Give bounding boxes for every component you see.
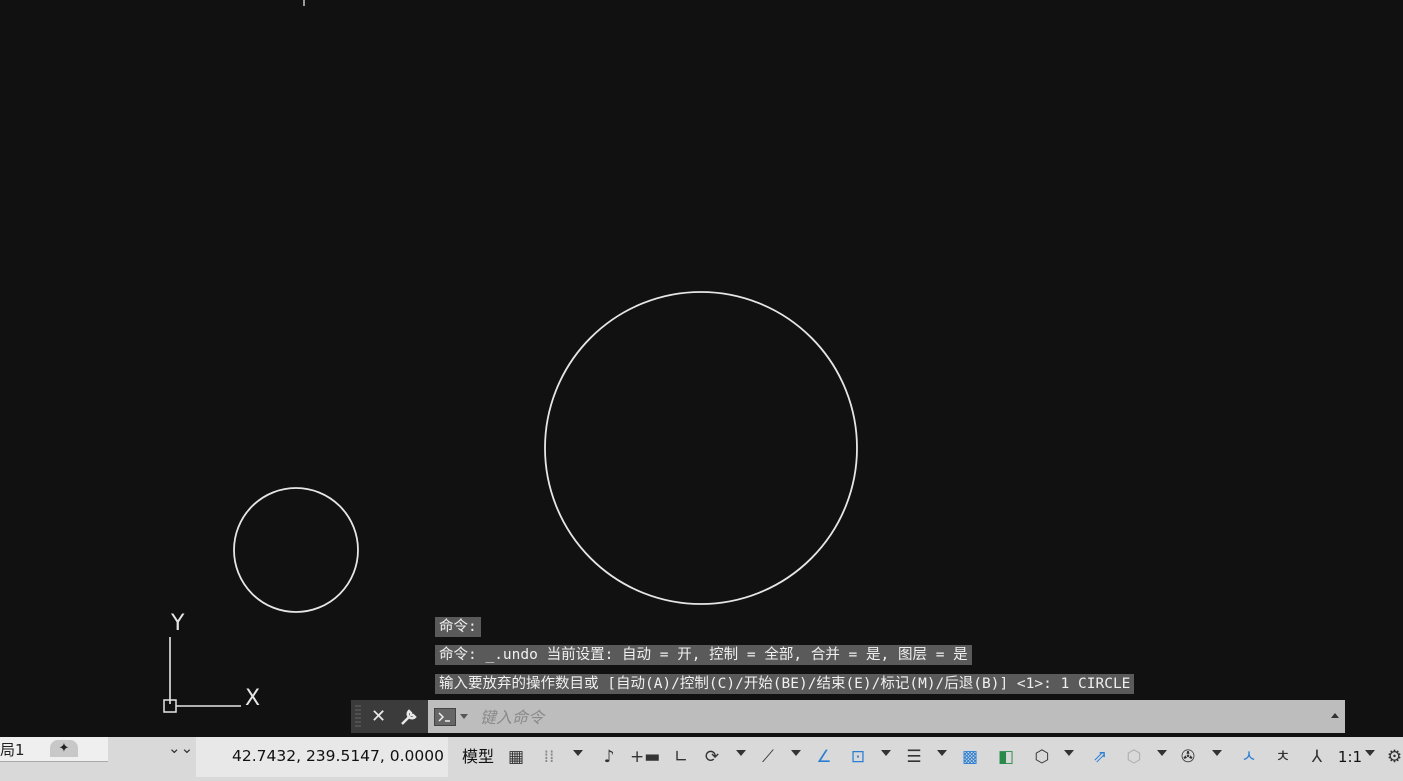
layout-tab-label: 局1 [0,741,25,759]
chevron-down-icon[interactable] [1157,750,1167,756]
annotation-visibility-icon[interactable]: ㅅ [1236,741,1262,773]
drag-grip-icon[interactable] [355,705,361,728]
layout-tab[interactable]: 局1 ✦ [0,737,108,762]
command-history-line-3: 输入要放弃的操作数目或 [自动(A)/控制(C)/开始(BE)/结束(E)/标记… [435,674,1135,694]
history-expand-icon[interactable] [1331,713,1339,718]
lineweight-icon[interactable]: ☰ [902,741,926,773]
double-chevron-icon[interactable]: ⌄⌄ [168,739,193,757]
ortho-icon[interactable]: ∟ [670,741,692,773]
circle-large[interactable] [544,291,858,605]
dynamic-ucs-icon[interactable]: ⇗ [1088,741,1112,773]
chevron-down-icon[interactable] [736,750,746,756]
command-prompt-icon[interactable] [434,708,456,726]
dynamic-input-icon[interactable]: +▬ [630,741,660,773]
3d-object-snap-icon[interactable]: ⬡ [1030,741,1054,773]
object-snap-icon[interactable]: ⊡ [846,741,870,773]
model-space-button[interactable]: 模型 [458,741,498,773]
close-icon[interactable]: ✕ [371,700,386,733]
wrench-icon[interactable] [399,700,419,733]
selection-cycling-icon[interactable]: ◧ [994,741,1018,773]
command-input[interactable] [478,704,1302,730]
command-input-area [428,700,1345,733]
snap-mode-icon[interactable]: ⁞⁞ [538,741,560,773]
command-line-bar: ✕ [351,700,1345,733]
chevron-down-icon[interactable] [937,750,947,756]
isometric-drafting-icon[interactable]: ⟋ [755,741,781,773]
ucs-icon: Y X [163,611,260,713]
chevron-down-icon[interactable] [573,750,583,756]
coordinate-readout: 42.7432, 239.5147, 0.0000 [196,737,448,777]
object-snap-tracking-icon[interactable]: ∠ [812,741,836,773]
annotation-scale-value[interactable]: 1:1 [1336,741,1364,773]
chevron-down-icon[interactable] [1365,750,1375,756]
add-layout-icon[interactable]: ✦ [50,740,78,757]
polar-tracking-icon[interactable]: ⟳ [700,741,724,773]
ucs-x-label: X [245,686,260,711]
chevron-down-icon[interactable] [460,714,468,719]
gizmo-icon[interactable]: ✇ [1176,741,1200,773]
status-bar: 局1 ✦ ⌄⌄ 42.7432, 239.5147, 0.0000 模型 ▦ ⁞… [0,737,1403,781]
gear-icon[interactable]: ⚙ [1386,741,1403,773]
chevron-down-icon[interactable] [791,750,801,756]
selection-filter-icon[interactable]: ⬡ [1122,741,1146,773]
circle-small[interactable] [233,487,359,613]
grid-icon[interactable]: ▦ [505,741,527,773]
chevron-down-icon[interactable] [1064,750,1074,756]
command-history-line-2: 命令: _.undo 当前设置: 自动 = 开, 控制 = 全部, 合并 = 是… [435,645,972,665]
transparency-icon[interactable]: ▩ [958,741,982,773]
annotation-scale-icon[interactable]: ⅄ [1304,741,1330,773]
auto-scale-icon[interactable]: ㅊ [1270,741,1296,773]
ucs-y-label: Y [170,611,185,636]
chevron-down-icon[interactable] [881,750,891,756]
command-history-line-1: 命令: [435,617,481,637]
chevron-down-icon[interactable] [1212,750,1222,756]
infer-constraints-icon[interactable]: ♪ [598,741,620,773]
